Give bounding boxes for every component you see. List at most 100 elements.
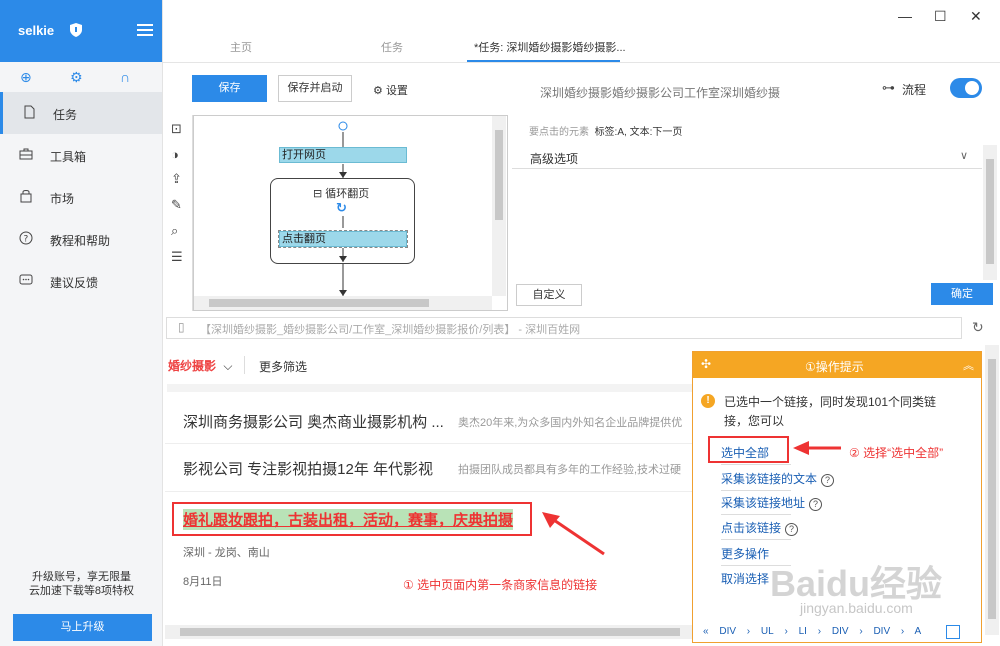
- headset-icon[interactable]: ∩: [120, 69, 130, 85]
- collect-text-option[interactable]: 采集该链接的文本?: [721, 470, 835, 487]
- cancel-selection-option[interactable]: 取消选择: [721, 570, 769, 587]
- sidebar-header: selkie: [0, 0, 162, 62]
- sidebar-item-label: 建议反馈: [50, 276, 99, 290]
- breadcrumb-item[interactable]: UL: [761, 626, 774, 637]
- annotation-arrow-icon: [793, 441, 841, 455]
- filter-category[interactable]: 婚纱摄影 ⌵: [168, 357, 232, 374]
- gear-icon: ⚙: [373, 85, 383, 97]
- flow-label: 流程: [902, 83, 927, 97]
- scroll-thumb[interactable]: [986, 159, 994, 264]
- collect-url-option[interactable]: 采集该链接地址?: [721, 494, 823, 511]
- workflow-node-open-page[interactable]: 打开网页: [279, 147, 407, 163]
- task-title: 深圳婚纱摄影婚纱摄影公司工作室深圳婚纱摄: [540, 86, 781, 100]
- chevron-down-icon[interactable]: ∨: [960, 149, 968, 162]
- close-icon[interactable]: ✕: [970, 8, 982, 25]
- reload-icon[interactable]: ↻: [972, 319, 984, 336]
- app-window: selkie ⊕ ⚙ ∩ 任务 工具箱 市场 ? 教程和帮助 建议反馈 升级账号…: [0, 0, 1000, 646]
- sidebar-item-tasks[interactable]: 任务: [0, 92, 162, 134]
- canvas-vertical-scrollbar[interactable]: [492, 116, 506, 296]
- help-icon[interactable]: ?: [785, 523, 799, 536]
- select-element-icon[interactable]: ⊡: [171, 121, 182, 137]
- divider: [721, 490, 791, 491]
- menu-icon[interactable]: [137, 24, 153, 36]
- browser-horizontal-scrollbar[interactable]: [165, 625, 695, 639]
- drag-handle-icon[interactable]: ✣: [701, 357, 711, 371]
- scroll-thumb[interactable]: [988, 359, 996, 619]
- sidebar: selkie ⊕ ⚙ ∩ 任务 工具箱 市场 ? 教程和帮助 建议反馈 升级账号…: [0, 0, 163, 646]
- save-and-run-button[interactable]: 保存并启动: [278, 75, 352, 102]
- breadcrumb-item[interactable]: DIV: [873, 626, 890, 637]
- external-link-icon[interactable]: [946, 625, 960, 639]
- workflow-node-click-page[interactable]: 点击翻页: [278, 230, 408, 248]
- more-filters-link[interactable]: 更多筛选: [259, 358, 307, 375]
- ok-button[interactable]: 确定: [931, 283, 993, 305]
- panel-scrollbar[interactable]: [983, 145, 997, 280]
- popup-header[interactable]: ✣ ①操作提示 ︽: [693, 352, 981, 378]
- sidebar-quick-icons: ⊕ ⚙ ∩: [0, 62, 162, 92]
- selected-listing-link[interactable]: 婚礼跟妆跟拍，古装出租，活动，赛事，庆典拍摄: [183, 509, 514, 530]
- collapse-icon[interactable]: ⊟: [313, 188, 322, 200]
- shield-icon[interactable]: [70, 23, 82, 37]
- upgrade-button[interactable]: 马上升级: [13, 614, 152, 641]
- maximize-icon[interactable]: ☐: [934, 8, 947, 25]
- hint-value: 标签:A, 文本:下一页: [594, 127, 683, 138]
- edit-icon[interactable]: ✎: [171, 197, 182, 213]
- watermark-sub: jingyan.baidu.com: [800, 600, 913, 616]
- listing-location: 深圳 - 龙岗、南山: [183, 547, 270, 559]
- scroll-thumb[interactable]: [180, 628, 680, 636]
- more-actions-option[interactable]: 更多操作: [721, 545, 769, 562]
- list-icon[interactable]: ☰: [171, 249, 183, 265]
- sidebar-item-label: 任务: [53, 108, 78, 122]
- upgrade-line-1: 升级账号，享无限量: [32, 571, 131, 583]
- document-icon: [24, 105, 35, 119]
- find-icon[interactable]: ⌕: [171, 223, 178, 239]
- sidebar-nav: 任务 工具箱 市场 ? 教程和帮助 建议反馈: [0, 92, 162, 302]
- help-icon[interactable]: ?: [821, 474, 835, 487]
- loop-title: ⊟ 循环翻页: [313, 185, 369, 201]
- breadcrumb-item[interactable]: DIV: [832, 626, 849, 637]
- upload-icon[interactable]: ⇪: [171, 171, 182, 187]
- loop-title-label: 循环翻页: [325, 188, 370, 200]
- flowchart-icon: ⊶: [882, 80, 895, 95]
- breadcrumb-item[interactable]: LI: [799, 626, 807, 637]
- browser-vertical-scrollbar[interactable]: [985, 345, 999, 635]
- listing-desc: 拍摄团队成员都具有多年的工作经验,技术过硬: [458, 464, 682, 476]
- tabbar-divider: [163, 62, 1000, 63]
- custom-button[interactable]: 自定义: [516, 284, 582, 306]
- sidebar-item-feedback[interactable]: 建议反馈: [0, 260, 162, 302]
- add-icon[interactable]: ⊕: [20, 69, 32, 86]
- chevron-down-icon: ⌵: [223, 359, 233, 373]
- help-icon[interactable]: ?: [809, 498, 823, 511]
- scroll-thumb[interactable]: [495, 130, 503, 220]
- gear-icon[interactable]: ⚙: [70, 69, 83, 86]
- select-all-option[interactable]: 选中全部: [721, 444, 769, 461]
- save-button[interactable]: 保存: [192, 75, 267, 102]
- breadcrumb-sep: ›: [859, 626, 863, 637]
- listing-title[interactable]: 影视公司 专注影视拍摄12年 年代影视: [183, 458, 433, 479]
- listing-title[interactable]: 深圳商务摄影公司 奥杰商业摄影机构 ...: [183, 411, 444, 432]
- sidebar-item-help[interactable]: ? 教程和帮助: [0, 218, 162, 260]
- canvas-horizontal-scrollbar[interactable]: [194, 296, 492, 310]
- breadcrumb-item[interactable]: A: [914, 626, 921, 637]
- feedback-icon: [19, 274, 33, 285]
- breadcrumb-sep: ›: [817, 626, 822, 637]
- tab-current-task[interactable]: *任务: 深圳婚纱摄影婚纱摄影...: [474, 39, 626, 55]
- breadcrumb-item[interactable]: DIV: [719, 626, 736, 637]
- scroll-thumb[interactable]: [209, 299, 429, 307]
- tab-tasks[interactable]: 任务: [381, 39, 403, 55]
- collapse-up-icon[interactable]: ︽: [963, 357, 974, 373]
- flow-toggle[interactable]: [950, 78, 982, 98]
- annotation-note-2: ② 选择“选中全部”: [849, 446, 944, 460]
- sidebar-item-market[interactable]: 市场: [0, 176, 162, 218]
- tab-home[interactable]: 主页: [230, 39, 252, 55]
- sidebar-item-toolbox[interactable]: 工具箱: [0, 134, 162, 176]
- annotation-note-1: ① 选中页面内第一条商家信息的链接: [403, 578, 598, 592]
- mouse-icon[interactable]: ◑: [171, 147, 179, 162]
- click-link-option[interactable]: 点击该链接?: [721, 519, 799, 536]
- settings-button[interactable]: ⚙ 设置: [373, 82, 408, 98]
- annotation-arrow-icon: [542, 512, 605, 556]
- breadcrumb-back-icon[interactable]: «: [703, 626, 709, 637]
- breadcrumb-sep: ›: [900, 626, 905, 637]
- advanced-options-row[interactable]: [512, 145, 982, 169]
- minimize-icon[interactable]: —: [898, 8, 912, 24]
